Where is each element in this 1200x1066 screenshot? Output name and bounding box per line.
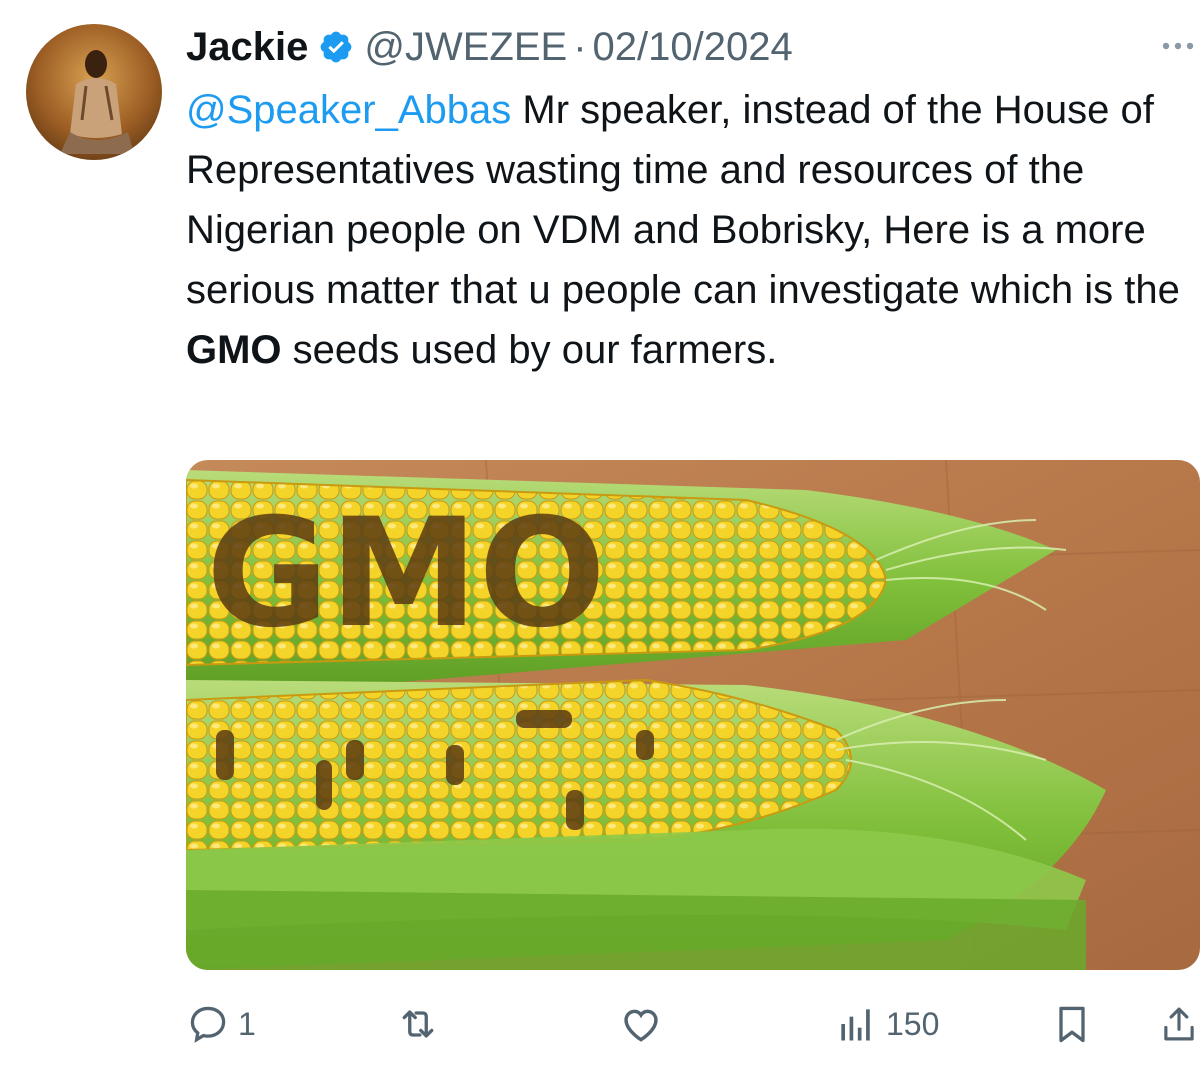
share-button[interactable] <box>1158 996 1200 1052</box>
tweet-header: Jackie @JWEZEE · 02/10/2024 <box>186 22 793 72</box>
tweet-text-part-2: seeds used by our farmers. <box>281 328 778 372</box>
gmo-stamp: GMO <box>206 487 606 661</box>
tweet-media[interactable]: GMO <box>186 460 1200 970</box>
more-options-icon[interactable] <box>1158 36 1198 56</box>
views-chart-icon <box>841 1009 870 1041</box>
mention-link[interactable]: @Speaker_Abbas <box>186 88 511 132</box>
reply-icon <box>190 1006 226 1043</box>
verified-badge-icon <box>318 29 354 65</box>
views-count: 150 <box>886 1005 940 1042</box>
author-handle[interactable]: @JWEZEE <box>364 25 567 70</box>
avatar-photo-icon <box>26 24 162 160</box>
avatar[interactable] <box>26 24 162 160</box>
tweet-date[interactable]: 02/10/2024 <box>593 25 793 70</box>
like-button[interactable] <box>618 996 672 1052</box>
tweet-text-bold: GMO <box>186 328 282 372</box>
tweet-card[interactable]: Jackie @JWEZEE · 02/10/2024 @Speaker_Abb… <box>0 0 1200 1066</box>
reply-count: 1 <box>238 1005 256 1042</box>
corn-photo-icon: GMO <box>186 460 1200 970</box>
retweet-button[interactable] <box>396 996 448 1052</box>
heart-icon <box>624 1009 658 1042</box>
tweet-text: @Speaker_Abbas Mr speaker, instead of th… <box>186 80 1186 380</box>
bookmark-icon <box>1059 1006 1085 1043</box>
retweet-icon <box>402 1010 434 1038</box>
reply-button[interactable]: 1 <box>186 996 256 1052</box>
author-name[interactable]: Jackie <box>186 25 308 70</box>
separator-dot: · <box>573 24 587 69</box>
share-icon <box>1164 1007 1194 1041</box>
action-bar: 1 150 <box>186 996 1200 1052</box>
views-button[interactable]: 150 <box>834 996 939 1052</box>
bookmark-button[interactable] <box>1050 996 1094 1052</box>
